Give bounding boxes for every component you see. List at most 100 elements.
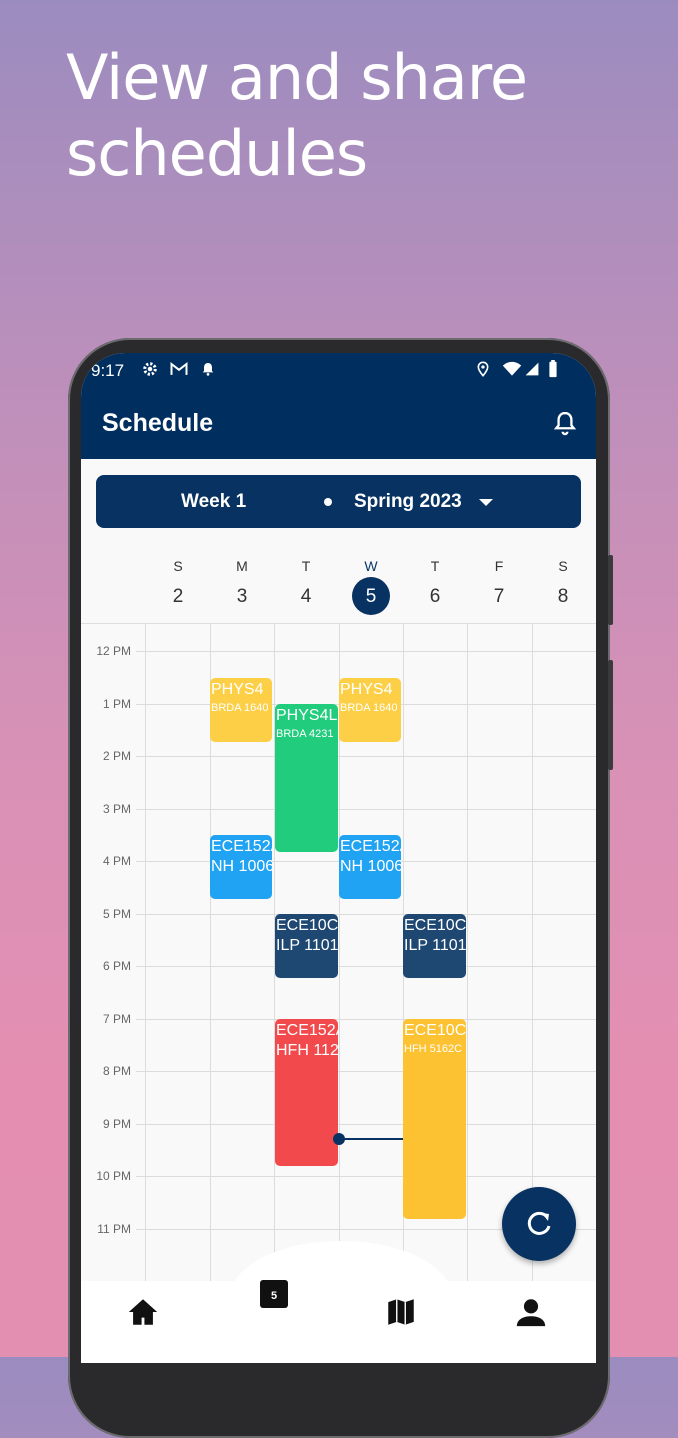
day-letter: F [494, 558, 504, 574]
day-header: S 2 M 3 T 4 W 5 T 6 F 7 S 8 [81, 548, 596, 623]
day-letter: S [558, 558, 568, 574]
grid-column-line [532, 624, 533, 1284]
day-letter: M [236, 558, 248, 574]
status-time: 9:17 [91, 361, 125, 380]
refresh-button[interactable] [502, 1187, 576, 1261]
profile-icon[interactable] [514, 1295, 554, 1335]
event-phys4-wednesday[interactable]: PHYS4 BRDA 1640 [339, 678, 401, 742]
time-label: 7 PM [102, 1012, 131, 1026]
event-room: HFH 5162C [404, 1043, 463, 1055]
event-room: NH 1006 [211, 858, 272, 875]
event-course: ECE10CL [404, 1022, 466, 1039]
time-label: 5 PM [102, 907, 131, 921]
grid-column-line [145, 624, 146, 1284]
event-phys4l-tuesday[interactable]: PHYS4L BRDA 4231 [275, 704, 338, 852]
grid-hour-line [136, 1176, 596, 1177]
event-course: ECE10C [276, 917, 338, 934]
event-course: ECE152A [211, 838, 272, 855]
day-date: 2 [172, 586, 184, 607]
event-course: ECE152A [340, 838, 401, 855]
grid-hour-line [136, 1124, 596, 1125]
event-ece152a-wednesday[interactable]: ECE152A NH 1006 [339, 835, 401, 899]
day-date: 7 [493, 586, 505, 607]
caret-down-icon[interactable] [479, 499, 493, 506]
gear-icon [141, 360, 159, 382]
calendar-badge: 5 [270, 1290, 278, 1302]
map-icon[interactable] [383, 1295, 423, 1335]
refresh-icon [527, 1211, 551, 1235]
app-bar: Schedule [81, 387, 596, 459]
gmail-icon [169, 360, 189, 382]
grid-hour-line [136, 914, 596, 915]
signal-icon [524, 360, 540, 382]
day-date: 3 [236, 586, 248, 607]
time-label: 10 PM [96, 1169, 131, 1183]
time-label: 1 PM [102, 697, 131, 711]
event-room: ILP 1101 [276, 937, 338, 954]
event-course: PHYS4 [340, 681, 393, 698]
event-phys4-monday[interactable]: PHYS4 BRDA 1640 [210, 678, 272, 742]
day-letter: S [173, 558, 183, 574]
location-icon [475, 360, 491, 382]
day-date: 5 [365, 586, 377, 607]
headline-line-2: schedules [66, 117, 368, 190]
page-title: Schedule [102, 409, 214, 437]
separator-dot [324, 498, 332, 506]
event-course: PHYS4L [276, 707, 338, 724]
notification-bell-icon [200, 360, 216, 382]
grid-column-line [467, 624, 468, 1284]
event-course: ECE152A [276, 1022, 338, 1039]
event-room: NH 1006 [340, 858, 401, 875]
event-ece10c-thursday[interactable]: ECE10C ILP 1101 [403, 914, 466, 978]
phone-side-button [608, 555, 613, 625]
current-time-line [339, 1138, 403, 1140]
event-ece10c-tuesday[interactable]: ECE10C ILP 1101 [275, 914, 338, 978]
schedule-grid[interactable]: 12 PM 1 PM 2 PM 3 PM 4 PM 5 PM 6 PM 7 PM… [81, 623, 596, 1284]
event-ece10cl-thursday[interactable]: ECE10CL HFH 5162C [403, 1019, 466, 1219]
time-label: 9 PM [102, 1117, 131, 1131]
grid-hour-line [136, 1019, 596, 1020]
event-course: PHYS4 [211, 681, 264, 698]
app-screen: 9:17 Schedule Week 1 Spring 2023 S 2 M 3… [81, 353, 596, 1363]
time-label: 4 PM [102, 854, 131, 868]
event-ece152a-monday[interactable]: ECE152A NH 1006 [210, 835, 272, 899]
grid-hour-line [136, 756, 596, 757]
week-label: Week 1 [181, 491, 247, 512]
time-label: 11 PM [97, 1222, 131, 1236]
event-course: ECE10C [404, 917, 466, 934]
day-date: 4 [300, 586, 312, 607]
event-room: ILP 1101 [404, 937, 466, 954]
grid-hour-line [136, 1071, 596, 1072]
bottom-navigation: 5 [81, 1241, 596, 1363]
day-letter: T [301, 558, 311, 574]
time-label: 3 PM [102, 802, 131, 816]
bell-icon[interactable] [551, 409, 579, 437]
time-label: 2 PM [102, 749, 131, 763]
time-label: 8 PM [102, 1064, 131, 1078]
grid-hour-line [136, 651, 596, 652]
week-selector[interactable]: Week 1 Spring 2023 [96, 475, 581, 528]
current-time-dot [333, 1133, 345, 1145]
home-icon[interactable] [126, 1295, 166, 1335]
event-room: BRDA 1640 [211, 702, 269, 714]
term-dropdown-label[interactable]: Spring 2023 [354, 491, 462, 513]
event-ece152a-tuesday-evening[interactable]: ECE152A HFH 1124 [275, 1019, 338, 1166]
phone-side-button [608, 660, 613, 770]
battery-icon [548, 360, 558, 382]
headline-line-1: View and share [66, 41, 528, 114]
time-label: 12 PM [96, 644, 131, 658]
status-bar: 9:17 [81, 353, 596, 387]
day-letter: W [364, 558, 378, 574]
day-date: 8 [557, 586, 569, 607]
event-room: BRDA 1640 [340, 702, 398, 714]
day-letter: T [430, 558, 440, 574]
grid-hour-line [136, 966, 596, 967]
day-date: 6 [429, 586, 441, 607]
event-room: BRDA 4231 [276, 728, 334, 740]
grid-hour-line [136, 809, 596, 810]
event-room: HFH 1124 [276, 1042, 338, 1059]
wifi-icon [502, 360, 522, 382]
promo-headline: View and share schedules [66, 40, 626, 192]
calendar-tab[interactable]: 5 [244, 1264, 304, 1324]
time-label: 6 PM [102, 959, 131, 973]
